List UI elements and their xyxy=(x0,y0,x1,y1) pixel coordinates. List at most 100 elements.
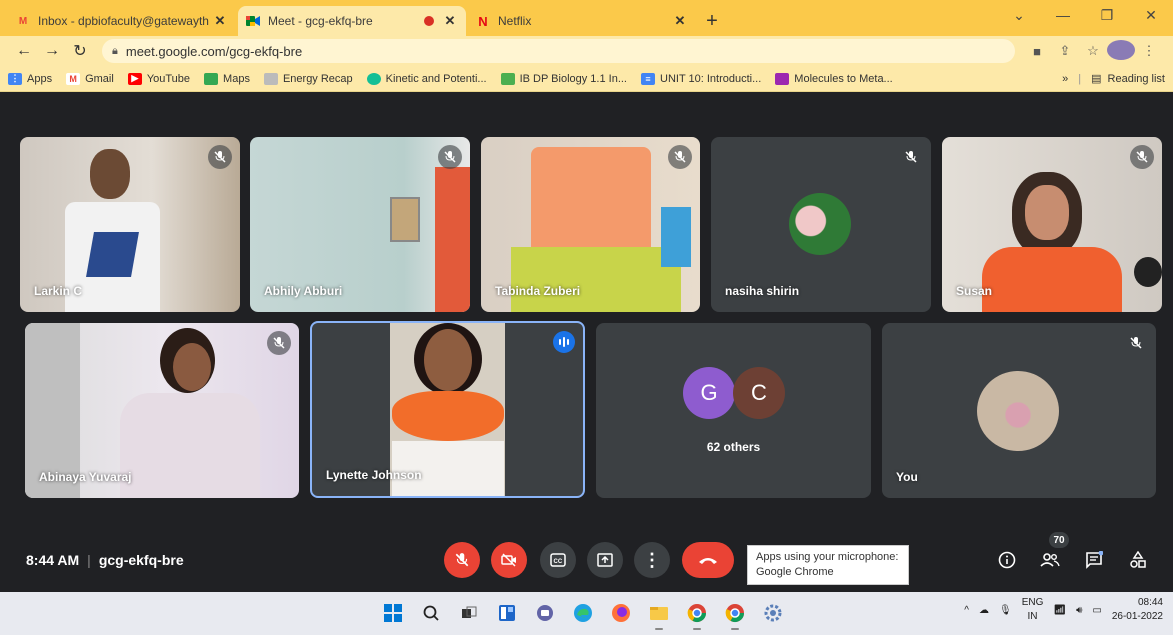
close-window-button[interactable]: ✕ xyxy=(1129,0,1173,30)
chrome-icon xyxy=(687,604,706,623)
menu-icon[interactable]: ⋮ xyxy=(1135,43,1163,59)
netflix-icon: N xyxy=(478,13,488,29)
apps-icon: ⋮ xyxy=(8,72,22,85)
more-options-button[interactable]: ⋮ xyxy=(634,542,670,578)
people-count-badge: 70 xyxy=(1049,532,1069,548)
present-icon xyxy=(597,553,613,567)
tab-netflix[interactable]: N Netflix ✕ xyxy=(468,6,696,36)
tab-search-icon[interactable]: ⌄ xyxy=(997,0,1041,30)
leave-call-button[interactable] xyxy=(682,542,734,578)
widgets-icon xyxy=(499,605,515,621)
participant-initial-avatar: G xyxy=(683,367,735,419)
participant-tile[interactable]: Susan xyxy=(942,137,1162,312)
close-tab-icon[interactable]: ✕ xyxy=(672,13,688,29)
bookmark-ib-biology[interactable]: IB DP Biology 1.1 In... xyxy=(500,72,627,85)
url-field[interactable]: 🔒︎ meet.google.com/gcg-ekfq-bre xyxy=(102,39,1015,63)
bookmarks-overflow-button[interactable]: » xyxy=(1062,73,1068,85)
participant-tile[interactable]: Larkin C xyxy=(20,137,240,312)
onedrive-icon[interactable]: ☁ xyxy=(979,605,989,616)
bookmark-maps[interactable]: Maps xyxy=(204,72,250,85)
chrome-icon xyxy=(725,604,744,623)
meet-control-bar: 8:44 AM | gcg-ekfq-bre CC ⋮ Apps using you… xyxy=(0,530,1173,592)
widgets-button[interactable] xyxy=(492,598,522,628)
wifi-icon[interactable]: 📶︎ xyxy=(1053,605,1066,616)
bookmark-energy-recap[interactable]: Energy Recap xyxy=(263,72,353,85)
task-view-icon xyxy=(462,606,477,618)
gmail-icon: M xyxy=(18,15,28,27)
recording-icon xyxy=(424,16,434,26)
others-tile[interactable]: G C 62 others xyxy=(596,323,871,498)
participant-tile[interactable]: Abhily Abburi xyxy=(250,137,470,312)
reading-list-label[interactable]: Reading list xyxy=(1108,73,1165,85)
participant-tile[interactable]: Abinaya Yuvaraj xyxy=(25,323,299,498)
bookmark-molecules[interactable]: Molecules to Meta... xyxy=(775,72,893,85)
chat-button[interactable] xyxy=(1082,548,1106,572)
energy-icon xyxy=(263,72,278,85)
tab-meet[interactable]: Meet - gcg-ekfq-bre ✕ xyxy=(238,6,466,36)
captions-button[interactable]: CC xyxy=(540,542,576,578)
participant-video xyxy=(390,197,420,242)
activities-icon xyxy=(1130,551,1146,568)
docs-icon: ≡ xyxy=(641,72,655,85)
clock[interactable]: 08:44 26-01-2022 xyxy=(1112,596,1163,624)
firefox-button[interactable] xyxy=(606,598,636,628)
settings-button[interactable] xyxy=(758,598,788,628)
share-icon[interactable]: ⇪ xyxy=(1051,43,1079,59)
mic-toggle-button[interactable] xyxy=(444,542,480,578)
participant-initial-avatar: C xyxy=(733,367,785,419)
activities-button[interactable] xyxy=(1126,548,1150,572)
tab-gmail[interactable]: M Inbox - dpbiofaculty@gatewayth ✕ xyxy=(8,6,236,36)
bookmark-kinetic[interactable]: Kinetic and Potenti... xyxy=(366,72,487,85)
self-tile[interactable]: You xyxy=(882,323,1156,498)
info-icon xyxy=(998,551,1016,569)
profile-avatar[interactable] xyxy=(1107,39,1135,63)
bookmark-gmail[interactable]: M Gmail xyxy=(66,72,114,85)
teams-chat-icon xyxy=(537,605,553,621)
search-button[interactable] xyxy=(416,598,446,628)
show-hidden-icons[interactable]: ^ xyxy=(964,605,969,616)
window-controls: ⌄ — ❐ ✕ xyxy=(997,0,1173,30)
participant-tile-active-speaker[interactable]: Lynette Johnson xyxy=(310,321,585,498)
battery-icon[interactable]: ▭ xyxy=(1092,605,1101,616)
task-view-button[interactable] xyxy=(454,598,484,628)
reload-icon[interactable]: ↻ xyxy=(66,41,94,61)
system-tray: ^ ☁ 🎙︎ ENG IN 📶︎ 🔊︎ ▭ 08:44 26-01-2022 xyxy=(954,596,1163,624)
camera-icon[interactable]: ■ xyxy=(1023,44,1051,59)
camera-toggle-button[interactable] xyxy=(491,542,527,578)
file-explorer-button[interactable] xyxy=(644,598,674,630)
close-tab-icon[interactable]: ✕ xyxy=(212,13,228,29)
minimize-button[interactable]: — xyxy=(1041,0,1085,30)
more-vert-icon: ⋮ xyxy=(643,549,661,570)
restore-button[interactable]: ❐ xyxy=(1085,0,1129,30)
chrome-profile-button[interactable] xyxy=(720,598,750,630)
star-icon[interactable]: ☆ xyxy=(1079,43,1107,59)
new-tab-button[interactable]: + xyxy=(698,6,726,36)
bookmark-youtube[interactable]: ▶ YouTube xyxy=(127,72,190,85)
participant-video xyxy=(435,167,470,312)
microphone-icon[interactable]: 🎙︎ xyxy=(999,605,1012,616)
bookmark-apps[interactable]: ⋮ Apps xyxy=(8,72,52,85)
bookmark-unit-10[interactable]: ≡ UNIT 10: Introducti... xyxy=(641,72,761,85)
youtube-icon: ▶ xyxy=(127,72,142,85)
start-button[interactable] xyxy=(378,598,408,628)
volume-icon[interactable]: 🔊︎ xyxy=(1076,605,1082,616)
meeting-details-button[interactable] xyxy=(995,548,1019,572)
reading-list-icon[interactable]: ▤ xyxy=(1091,72,1101,85)
participant-tile[interactable]: Tabinda Zuberi xyxy=(481,137,700,312)
language-indicator[interactable]: ENG IN xyxy=(1022,596,1044,624)
folder-icon xyxy=(650,607,668,620)
speaking-indicator-icon xyxy=(553,331,575,353)
chrome-button[interactable] xyxy=(682,598,712,630)
forward-icon[interactable]: → xyxy=(38,42,66,60)
back-icon[interactable]: ← xyxy=(10,42,38,60)
edge-icon xyxy=(574,604,592,622)
participant-tile[interactable]: nasiha shirin xyxy=(711,137,931,312)
molecule-icon xyxy=(775,72,790,85)
meeting-time: 8:44 AM xyxy=(26,552,80,568)
present-screen-button[interactable] xyxy=(587,542,623,578)
chat-app-button[interactable] xyxy=(530,598,560,628)
gear-icon xyxy=(764,604,782,622)
people-button[interactable] xyxy=(1038,548,1062,572)
edge-button[interactable] xyxy=(568,598,598,628)
close-tab-icon[interactable]: ✕ xyxy=(442,13,458,29)
